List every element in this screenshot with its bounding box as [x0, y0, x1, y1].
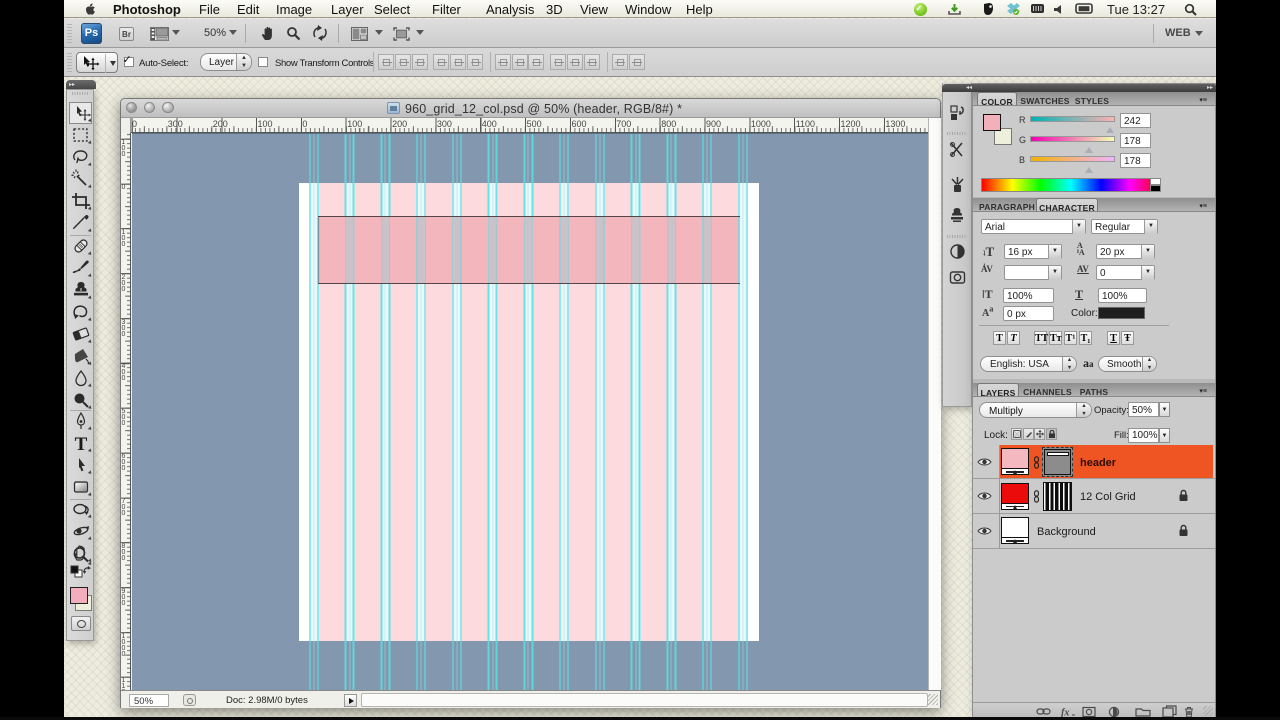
svg-text:T: T — [75, 434, 88, 455]
